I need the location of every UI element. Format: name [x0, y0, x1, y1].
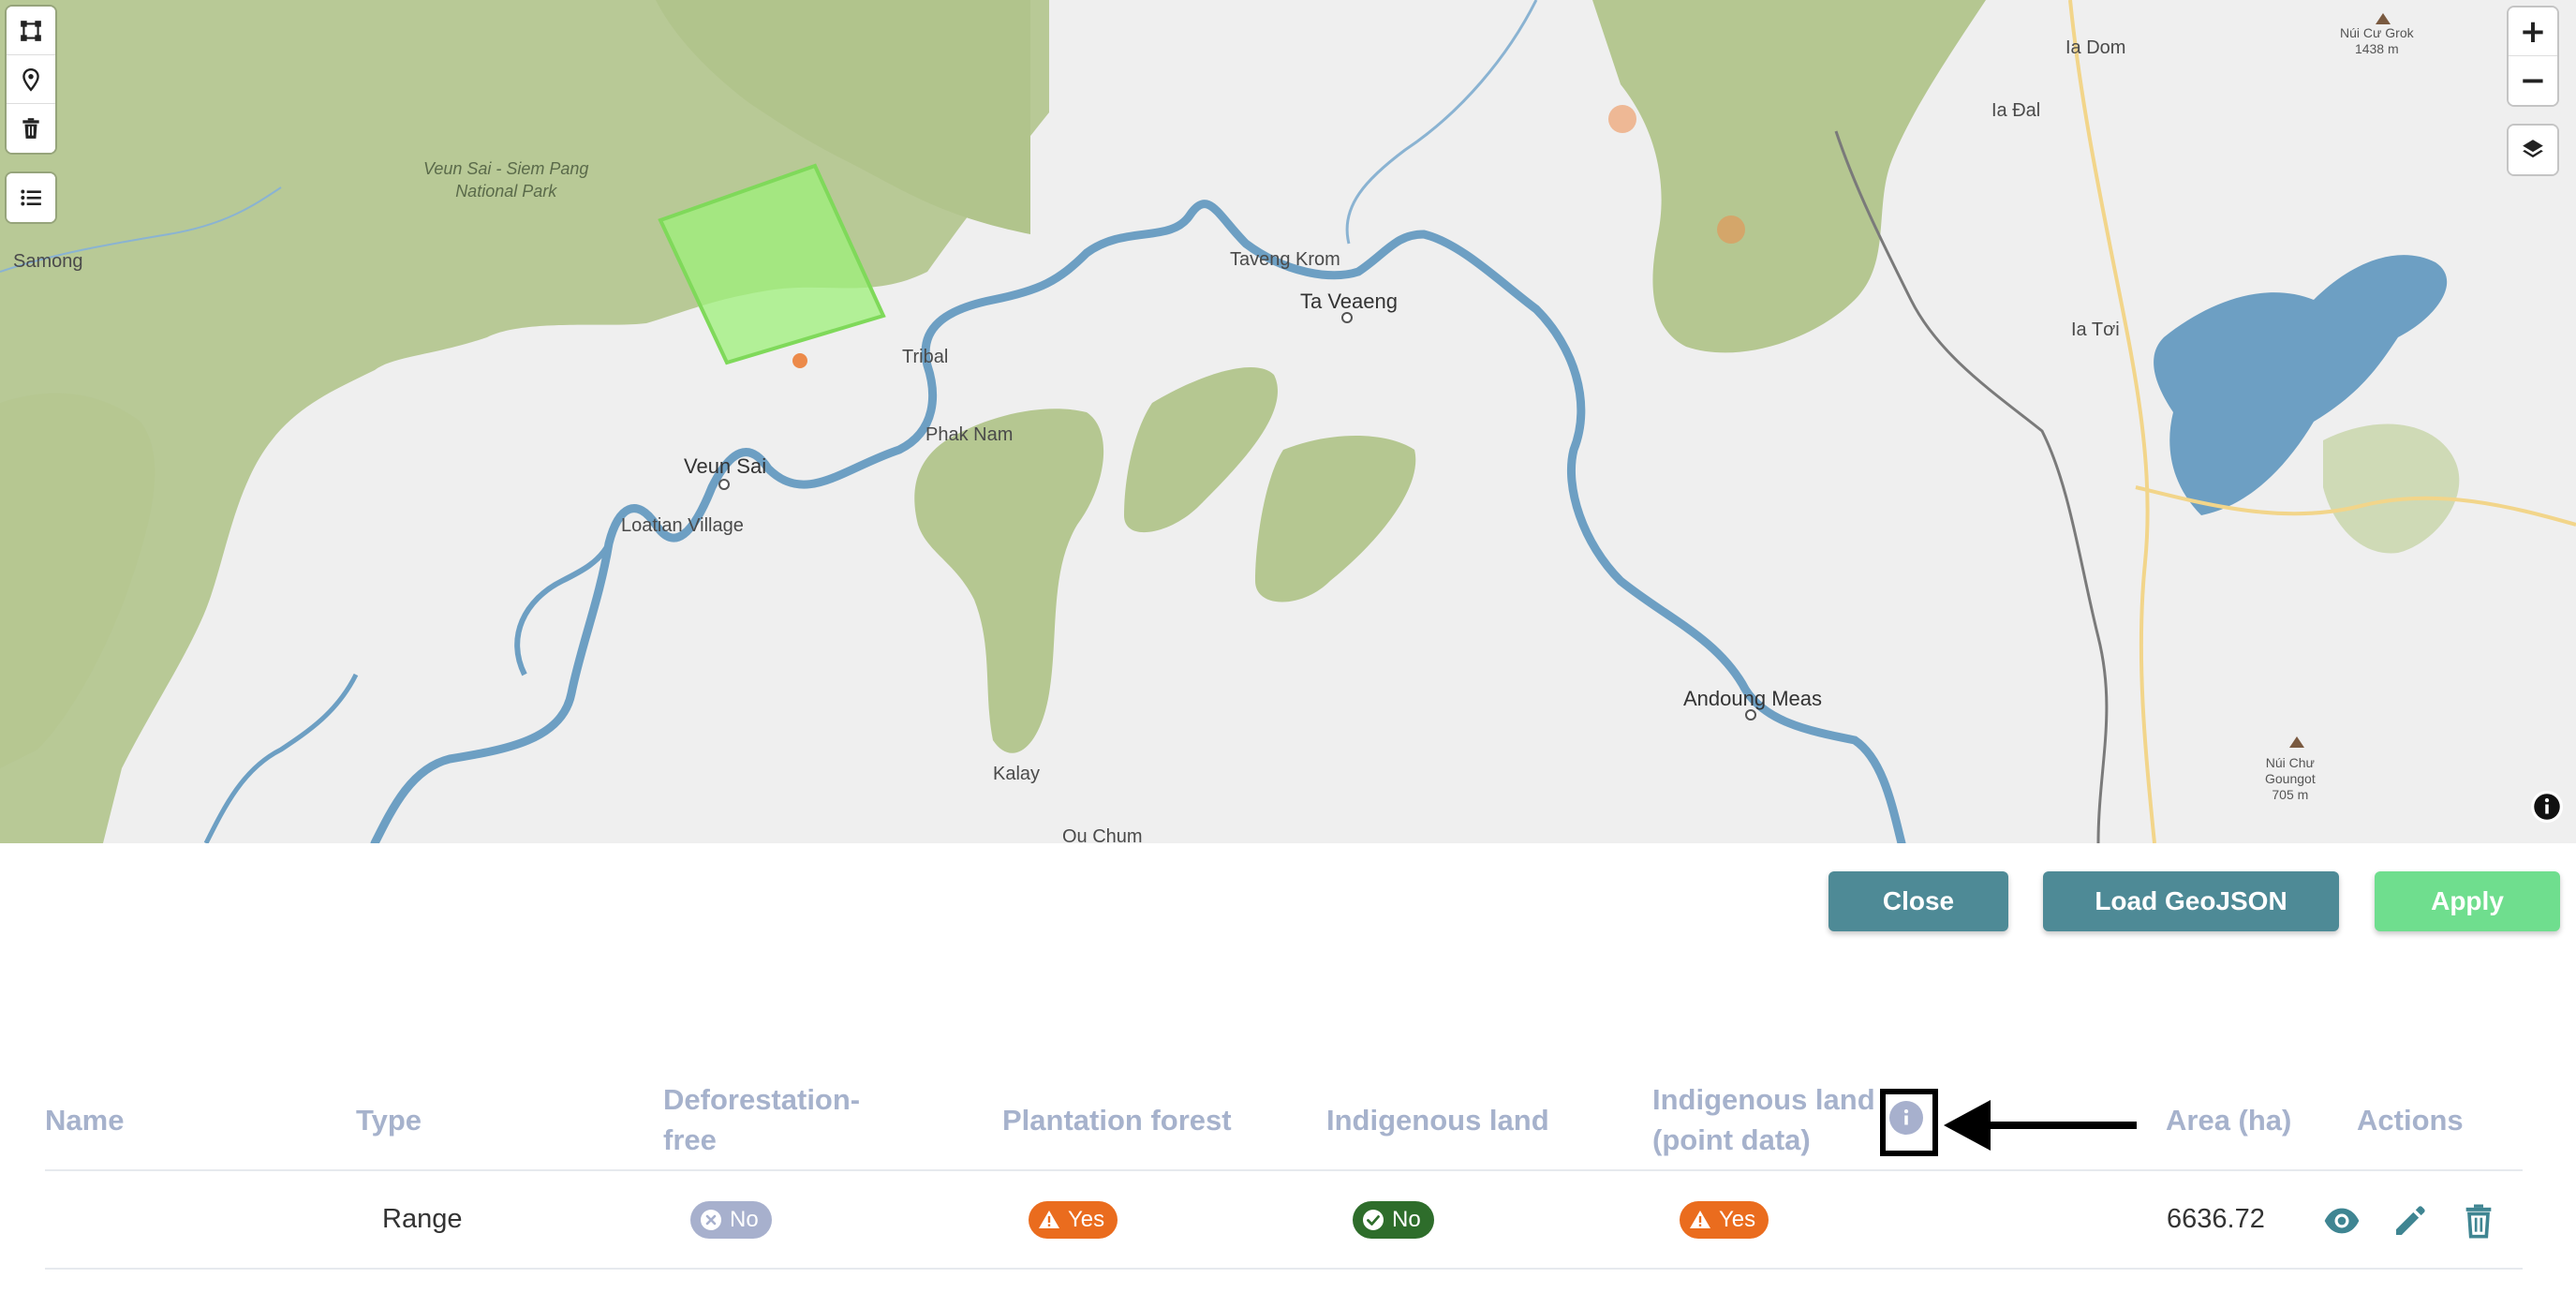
load-geojson-button[interactable]: Load GeoJSON: [2043, 871, 2339, 931]
layers-control: [2509, 126, 2557, 174]
badge-label: Yes: [1719, 1207, 1756, 1232]
layer-list-toolbar: [7, 173, 55, 222]
place-label-ia-dom: Ia Dom: [2065, 37, 2126, 58]
zoom-in-button[interactable]: +: [2509, 7, 2557, 56]
layers-button[interactable]: [2509, 126, 2557, 174]
zoom-out-button[interactable]: −: [2509, 56, 2557, 105]
map-view[interactable]: Veun Sai - Siem Pang National Park Samong…: [0, 0, 2576, 843]
badge-label: No: [730, 1207, 759, 1232]
place-label-kalay: Kalay: [993, 764, 1041, 784]
column-header-plantation-forest: Plantation forest: [1002, 1104, 1232, 1137]
annotation-highlight-box: [1880, 1089, 1938, 1156]
attribution-info-button[interactable]: [2531, 791, 2563, 823]
trash-icon: [22, 118, 39, 139]
park-label: Veun Sai - Siem Pang National Park: [423, 159, 589, 201]
warning-icon: [1039, 1211, 1059, 1228]
trash-icon: [2465, 1204, 2492, 1239]
place-label-taveng-krom: Taveng Krom: [1230, 249, 1340, 270]
peak-label-nui-cu-grok: Núi Cư Grok 1438 m: [2340, 25, 2414, 56]
delete-button[interactable]: [2457, 1199, 2500, 1242]
cell-area: 6636.72: [2167, 1204, 2265, 1234]
check-circle-icon: [1363, 1210, 1384, 1230]
column-header-deforestation-free: Deforestation- free: [663, 1079, 860, 1160]
table-header-divider: [45, 1169, 2523, 1171]
place-label-samong: Samong: [13, 251, 83, 272]
badge-label: No: [1392, 1207, 1421, 1232]
list-icon: [21, 189, 41, 206]
column-header-type: Type: [356, 1104, 422, 1137]
place-label-ta-veaeng: Ta Veaeng: [1300, 290, 1398, 313]
marker-icon: [22, 67, 39, 92]
layers-icon: [2523, 140, 2543, 158]
draw-polygon-button[interactable]: [7, 7, 55, 55]
column-header-line: Indigenous land: [1652, 1083, 1875, 1116]
zoom-control: + −: [2509, 7, 2557, 105]
status-badge-indigenous-land: No: [1353, 1201, 1434, 1239]
map-base-layer: [0, 0, 2576, 843]
eye-icon: [2324, 1208, 2360, 1234]
place-label-veun-sai: Veun Sai: [684, 454, 767, 478]
column-header-indigenous-land: Indigenous land: [1326, 1104, 1549, 1137]
x-circle-icon: [701, 1210, 721, 1230]
column-header-line: free: [663, 1123, 717, 1156]
column-header-actions: Actions: [2357, 1104, 2464, 1137]
warning-icon: [1690, 1211, 1710, 1228]
polygon-draw-icon: [21, 20, 41, 41]
place-label-loatian-village: Loatian Village: [621, 515, 744, 536]
status-badge-indigenous-land-point: Yes: [1680, 1201, 1769, 1239]
column-header-indigenous-land-point: Indigenous land (point data): [1652, 1079, 1875, 1160]
column-header-line: (point data): [1652, 1123, 1811, 1156]
delete-shapes-button[interactable]: [7, 104, 55, 153]
draw-toolbar: [7, 7, 55, 153]
draw-marker-button[interactable]: [7, 55, 55, 104]
info-icon: [2534, 794, 2560, 820]
edit-button[interactable]: [2389, 1199, 2432, 1242]
pencil-icon: [2396, 1206, 2425, 1235]
layer-list-button[interactable]: [7, 173, 55, 222]
column-header-name: Name: [45, 1104, 125, 1137]
status-badge-plantation-forest: Yes: [1029, 1201, 1118, 1239]
view-button[interactable]: [2320, 1199, 2363, 1242]
cell-type: Range: [382, 1204, 463, 1234]
place-label-ia-toi: Ia Tơi: [2071, 320, 2120, 340]
close-button[interactable]: Close: [1828, 871, 2008, 931]
status-badge-deforestation-free: No: [690, 1201, 772, 1239]
table-row-divider: [45, 1268, 2523, 1270]
annotation-arrow-icon: [1944, 1100, 2137, 1151]
place-label-tribal: Tribal: [902, 347, 949, 367]
apply-button[interactable]: Apply: [2375, 871, 2560, 931]
place-label-ia-dal: Ia Đal: [1991, 100, 2041, 121]
place-label-phak-nam: Phak Nam: [925, 424, 1014, 445]
peak-label-nui-chu-goungot: Núi Chư Goungot 705 m: [2265, 755, 2316, 802]
place-label-andoung-meas: Andoung Meas: [1683, 687, 1822, 710]
badge-label: Yes: [1068, 1207, 1105, 1232]
place-label-ou-chum: Ou Chum: [1062, 826, 1143, 843]
column-header-area: Area (ha): [2166, 1104, 2292, 1137]
column-header-line: Deforestation-: [663, 1083, 861, 1116]
